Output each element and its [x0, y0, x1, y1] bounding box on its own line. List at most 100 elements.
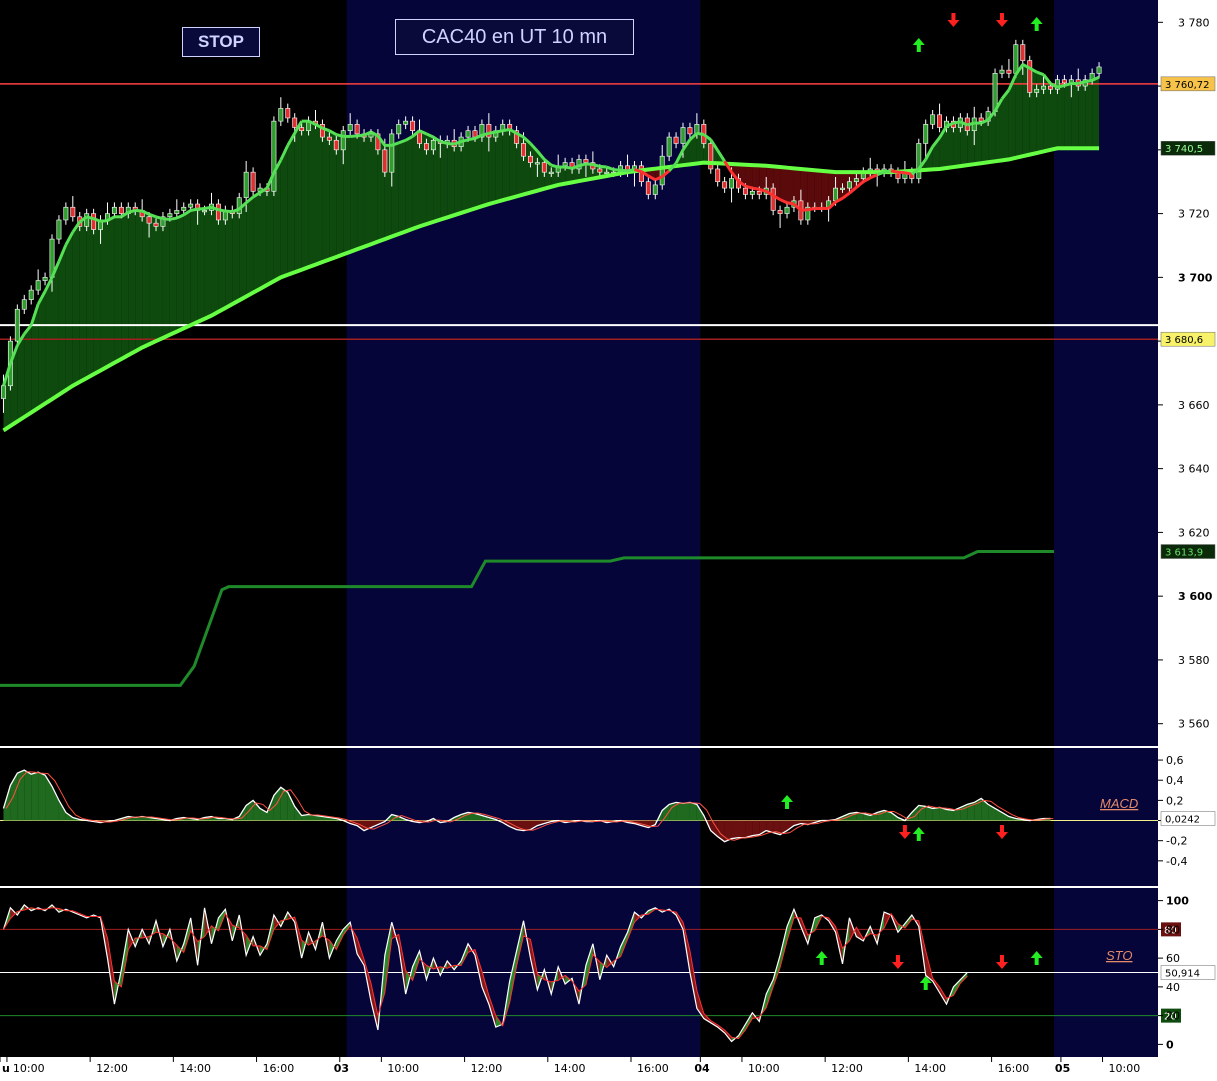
sto-tick-label: 80 — [1166, 923, 1180, 936]
ma-fill-segment — [752, 165, 760, 190]
ma-slow-tag: 3 740,5 — [1165, 144, 1203, 155]
ma-fill-segment — [52, 261, 59, 400]
ma-fast-segment — [592, 163, 601, 168]
time-tick-label: 16:00 — [998, 1062, 1030, 1075]
candle — [326, 136, 332, 141]
ma-fast-segment — [155, 215, 164, 221]
macd-bar — [731, 820, 739, 839]
ma-fast-segment — [966, 121, 975, 127]
candle — [708, 143, 714, 170]
candle — [528, 155, 533, 163]
time-tick-label: 16:00 — [637, 1062, 669, 1075]
stop-level-tag: 3 613,9 — [1165, 548, 1203, 559]
price-tick-label: 3 600 — [1178, 590, 1213, 603]
ma-fill-segment — [260, 188, 267, 289]
macd-value-tag: 0,0242 — [1165, 815, 1200, 826]
candle — [174, 210, 180, 214]
candle — [215, 203, 221, 221]
time-tick-label: u — [2, 1062, 10, 1075]
candle — [70, 206, 76, 218]
ma-fill-segment — [100, 220, 108, 371]
macd-bar — [752, 820, 760, 836]
candle — [597, 168, 603, 173]
candle — [916, 143, 922, 179]
time-tick-label: 10:00 — [13, 1062, 45, 1075]
candle — [562, 162, 568, 167]
time-tick-label: 04 — [694, 1062, 710, 1075]
ma-fill-segment — [114, 216, 122, 363]
candle — [923, 124, 929, 144]
price-tick-label: 3 640 — [1178, 463, 1210, 476]
candle — [999, 69, 1005, 74]
price-tick-label: 3 720 — [1178, 208, 1210, 221]
candle — [1020, 44, 1026, 61]
candle — [840, 187, 845, 190]
candle — [1061, 79, 1067, 84]
ma-fill-segment — [405, 136, 413, 232]
price-tick-label: 3 660 — [1178, 399, 1210, 412]
candle — [853, 178, 859, 183]
candle — [583, 159, 589, 163]
candle — [21, 299, 27, 310]
candle — [243, 171, 249, 198]
time-tick-label: 12:00 — [831, 1062, 863, 1075]
candle — [742, 187, 748, 195]
ma-fast-segment — [1077, 80, 1086, 85]
sto-tick-label: 20 — [1166, 1010, 1180, 1023]
macd-bar — [745, 820, 753, 838]
ma-fast-segment — [86, 215, 95, 221]
candle — [167, 213, 173, 218]
ma-fast-segment — [204, 205, 212, 210]
time-tick-label: 10:00 — [1109, 1062, 1141, 1075]
candle — [42, 277, 48, 281]
candle — [63, 206, 69, 221]
time-tick-label: 14:00 — [914, 1062, 946, 1075]
time-tick-label: 14:00 — [179, 1062, 211, 1075]
ma-fast-segment — [460, 138, 469, 143]
ma-fill-segment — [190, 209, 198, 326]
ma-fast-segment — [502, 127, 510, 133]
macd-bar — [946, 809, 954, 821]
ma-fill-segment — [169, 218, 177, 335]
sto-tick-label: 60 — [1166, 952, 1180, 965]
ma-fill-segment — [364, 131, 371, 247]
macd-bar — [31, 772, 39, 821]
ma-fast-segment — [620, 168, 628, 173]
ma-fast-segment — [225, 209, 233, 214]
ma-fast-segment — [135, 208, 143, 213]
ma-fill-segment — [1057, 85, 1065, 149]
price-level-tag: 3 680,6 — [1165, 335, 1203, 346]
candle — [729, 178, 735, 189]
candle — [548, 171, 554, 174]
ma-fast-segment — [890, 169, 899, 174]
candle — [333, 139, 339, 151]
ma-fill-segment — [128, 210, 136, 356]
ma-fill-segment — [322, 128, 330, 263]
ma-fast-segment — [1063, 82, 1072, 87]
macd-tick-label: 0,2 — [1166, 794, 1184, 807]
candle — [35, 280, 41, 291]
ma-fill-segment — [953, 121, 961, 168]
ma-fast-segment — [696, 131, 705, 137]
ma-fill-segment — [357, 135, 365, 250]
ma-fast-segment — [162, 217, 171, 221]
sto-tick-label: 40 — [1166, 981, 1180, 994]
candle — [1027, 60, 1033, 93]
ma-fill-segment — [1001, 89, 1009, 161]
candle — [188, 203, 194, 208]
ma-fill-segment — [488, 131, 496, 205]
ma-fast-segment — [488, 130, 497, 135]
ma-fill-segment — [315, 124, 323, 265]
ma-fast-segment — [1057, 83, 1065, 89]
ma-fill-segment — [1071, 83, 1079, 149]
candle — [14, 308, 20, 342]
candle — [271, 120, 277, 192]
ma-fast-segment — [495, 129, 503, 134]
time-tick-label: 12:00 — [471, 1062, 503, 1075]
ma-fast-segment — [439, 140, 448, 145]
candle — [833, 187, 839, 202]
ma-fast-segment — [904, 171, 913, 176]
sto-value-tag: 50,914 — [1165, 969, 1200, 980]
ma-fill-segment — [280, 145, 288, 278]
ma-fill-segment — [301, 121, 309, 270]
